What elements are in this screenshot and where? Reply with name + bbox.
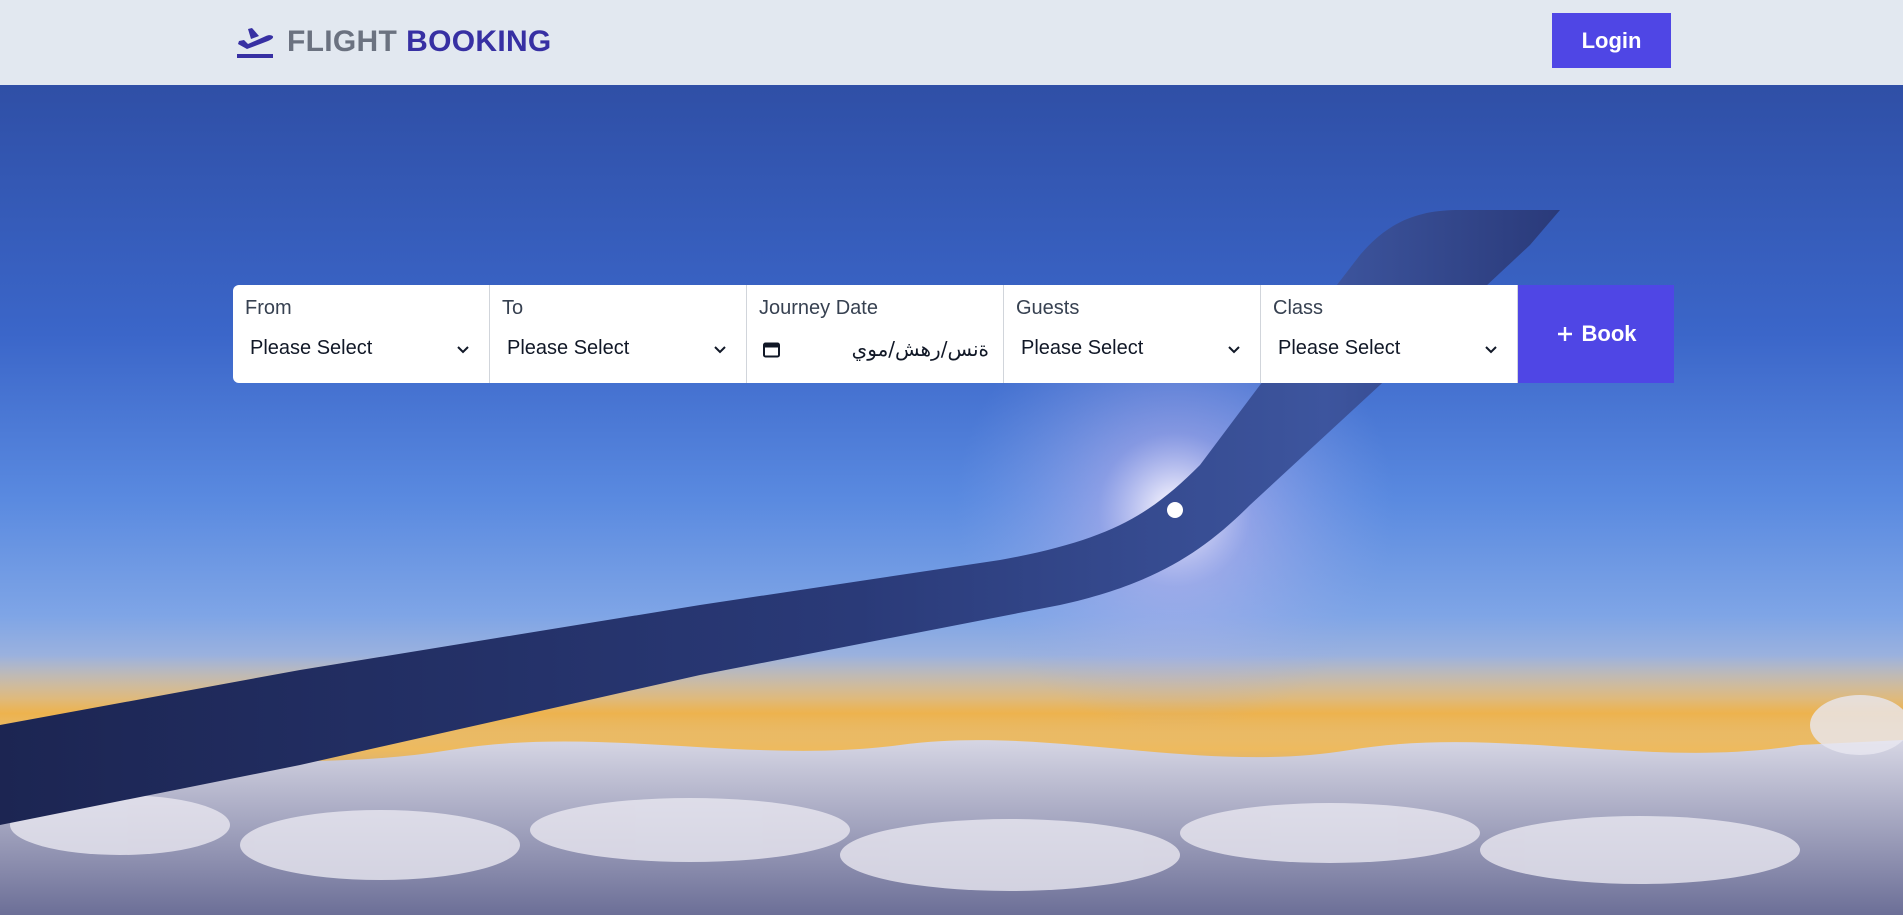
brand-logo[interactable]: FLIGHT BOOKING (235, 22, 552, 62)
book-button-label: Book (1581, 321, 1637, 346)
from-select[interactable]: From Please Select (233, 285, 490, 383)
journey-date-field[interactable]: Journey Date ةنس/رهش/موي (747, 285, 1004, 383)
brand-title: FLIGHT BOOKING (287, 25, 552, 59)
to-select[interactable]: To Please Select (490, 285, 747, 383)
top-navbar: FLIGHT BOOKING Login (0, 0, 1903, 85)
login-button[interactable]: Login (1552, 13, 1671, 68)
calendar-icon[interactable] (762, 340, 781, 359)
from-value[interactable]: Please Select (250, 337, 372, 360)
chevron-down-icon (457, 346, 469, 354)
guests-select[interactable]: Guests Please Select (1004, 285, 1261, 383)
brand-word-booking: BOOKING (406, 25, 552, 58)
plus-icon (1557, 327, 1572, 341)
chevron-down-icon (714, 346, 726, 354)
to-label: To (502, 297, 524, 319)
brand-word-flight: FLIGHT (287, 25, 398, 58)
airplane-wing-sky-image (0, 210, 1903, 915)
class-value[interactable]: Please Select (1278, 337, 1400, 360)
hero-background (0, 85, 1903, 915)
flight-search-bar: From Please Select To Please Select Jour… (233, 285, 1674, 383)
to-value[interactable]: Please Select (507, 337, 629, 360)
book-button[interactable]: Book (1518, 285, 1674, 383)
guests-value[interactable]: Please Select (1021, 337, 1143, 360)
class-select[interactable]: Class Please Select (1261, 285, 1518, 383)
journey-date-label: Journey Date (759, 297, 878, 319)
plane-takeoff-icon (237, 28, 274, 58)
guests-label: Guests (1016, 297, 1080, 319)
chevron-down-icon (1228, 346, 1240, 354)
from-label: From (245, 297, 292, 319)
journey-date-input[interactable]: ةنس/رهش/موي (852, 337, 989, 361)
chevron-down-icon (1485, 346, 1497, 354)
class-label: Class (1273, 297, 1324, 319)
